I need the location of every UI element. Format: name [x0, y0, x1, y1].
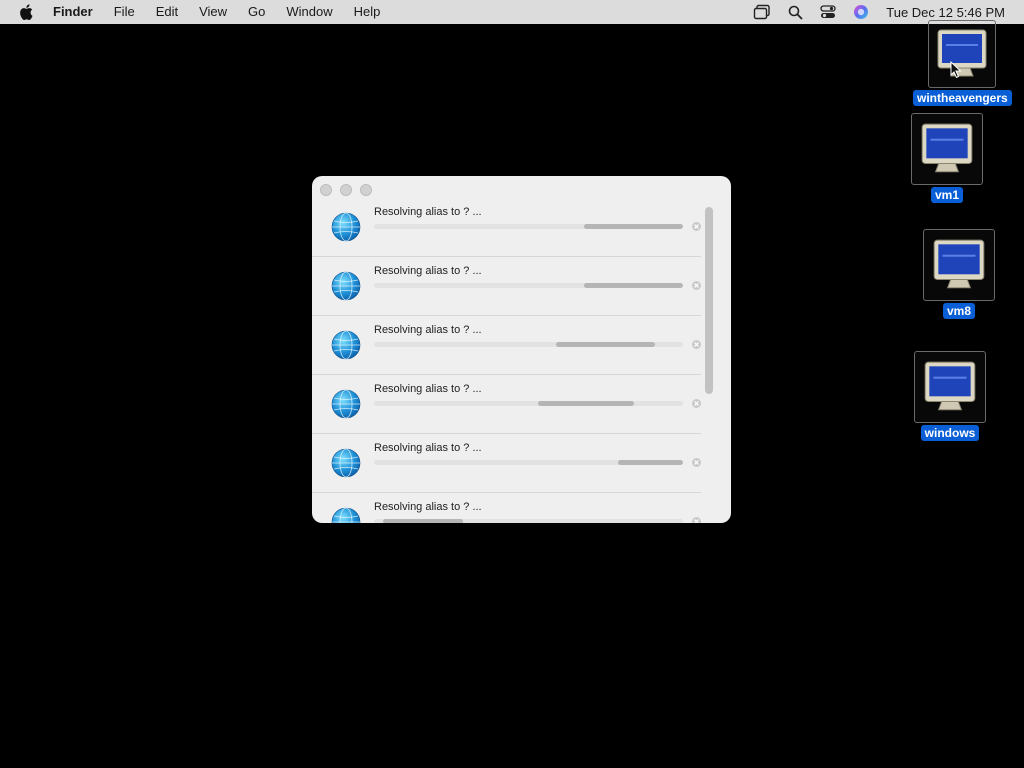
menu-bar-clock[interactable]: Tue Dec 12 5:46 PM — [886, 5, 1005, 20]
menu-go[interactable]: Go — [248, 0, 265, 24]
menu-edit[interactable]: Edit — [156, 0, 178, 24]
globe-icon — [331, 389, 361, 419]
apple-menu-icon[interactable] — [19, 4, 33, 20]
stop-progress-button[interactable] — [692, 458, 701, 467]
menu-window[interactable]: Window — [286, 0, 332, 24]
monitor-icon — [923, 229, 995, 301]
progress-bar-fill — [618, 460, 683, 465]
menu-file[interactable]: File — [114, 0, 135, 24]
globe-icon — [331, 330, 361, 360]
menu-bar: Finder File Edit View Go Window Help Tue… — [0, 0, 1024, 24]
vertical-scrollbar[interactable] — [701, 198, 731, 523]
progress-bar — [374, 460, 683, 465]
monitor-icon — [928, 20, 997, 88]
window-controls — [320, 184, 380, 196]
progress-bar — [374, 224, 683, 229]
progress-bar-fill — [383, 519, 463, 523]
mouse-cursor-icon — [950, 61, 962, 79]
screen-mirroring-icon[interactable] — [752, 2, 772, 22]
minimize-window-button[interactable] — [340, 184, 352, 196]
progress-title: Resolving alias to ? ... — [374, 206, 482, 218]
progress-title: Resolving alias to ? ... — [374, 501, 482, 513]
scrollbar-thumb[interactable] — [705, 207, 713, 394]
stop-progress-button[interactable] — [692, 222, 701, 231]
menu-finder[interactable]: Finder — [53, 0, 93, 24]
desktop-icon-label: vm1 — [930, 187, 964, 203]
monitor-icon — [911, 113, 983, 185]
menu-view[interactable]: View — [199, 0, 227, 24]
desktop-icon-wintheavengers[interactable]: wintheavengers — [913, 20, 1012, 106]
progress-row: Resolving alias to ? ... — [312, 493, 701, 523]
desktop-icon-label: windows — [920, 425, 980, 441]
globe-icon — [331, 271, 361, 301]
siri-icon[interactable] — [851, 2, 871, 22]
menu-help[interactable]: Help — [354, 0, 381, 24]
desktop-icon-label: vm8 — [942, 303, 976, 319]
progress-row: Resolving alias to ? ... — [312, 198, 701, 257]
progress-bar-fill — [584, 224, 683, 229]
search-icon[interactable] — [785, 2, 805, 22]
progress-row: Resolving alias to ? ... — [312, 434, 701, 493]
stop-progress-button[interactable] — [692, 281, 701, 290]
stop-progress-button[interactable] — [692, 517, 701, 523]
desktop-icon-vm8[interactable]: vm8 — [923, 229, 995, 319]
control-center-icon[interactable] — [818, 2, 838, 22]
close-window-button[interactable] — [320, 184, 332, 196]
progress-bar — [374, 342, 683, 347]
progress-title: Resolving alias to ? ... — [374, 324, 482, 336]
progress-row: Resolving alias to ? ... — [312, 375, 701, 434]
progress-bar — [374, 519, 683, 523]
scrollbar-track[interactable] — [705, 206, 713, 516]
monitor-icon — [914, 351, 986, 423]
progress-list: Resolving alias to ? ... Resolving alias … — [312, 198, 701, 523]
globe-icon — [331, 448, 361, 478]
progress-title: Resolving alias to ? ... — [374, 383, 482, 395]
desktop-icon-vm1[interactable]: vm1 — [911, 113, 983, 203]
copy-progress-window[interactable]: Resolving alias to ? ... Resolving alias … — [312, 176, 731, 523]
progress-bar-fill — [538, 401, 634, 406]
progress-bar-fill — [584, 283, 683, 288]
desktop-icon-windows[interactable]: windows — [914, 351, 986, 441]
desktop-icon-label: wintheavengers — [913, 90, 1012, 106]
stop-progress-button[interactable] — [692, 399, 701, 408]
globe-icon — [331, 507, 361, 523]
progress-title: Resolving alias to ? ... — [374, 265, 482, 277]
stop-progress-button[interactable] — [692, 340, 701, 349]
progress-bar — [374, 283, 683, 288]
zoom-window-button[interactable] — [360, 184, 372, 196]
progress-row: Resolving alias to ? ... — [312, 257, 701, 316]
progress-title: Resolving alias to ? ... — [374, 442, 482, 454]
globe-icon — [331, 212, 361, 242]
progress-row: Resolving alias to ? ... — [312, 316, 701, 375]
progress-bar — [374, 401, 683, 406]
progress-bar-fill — [556, 342, 655, 347]
